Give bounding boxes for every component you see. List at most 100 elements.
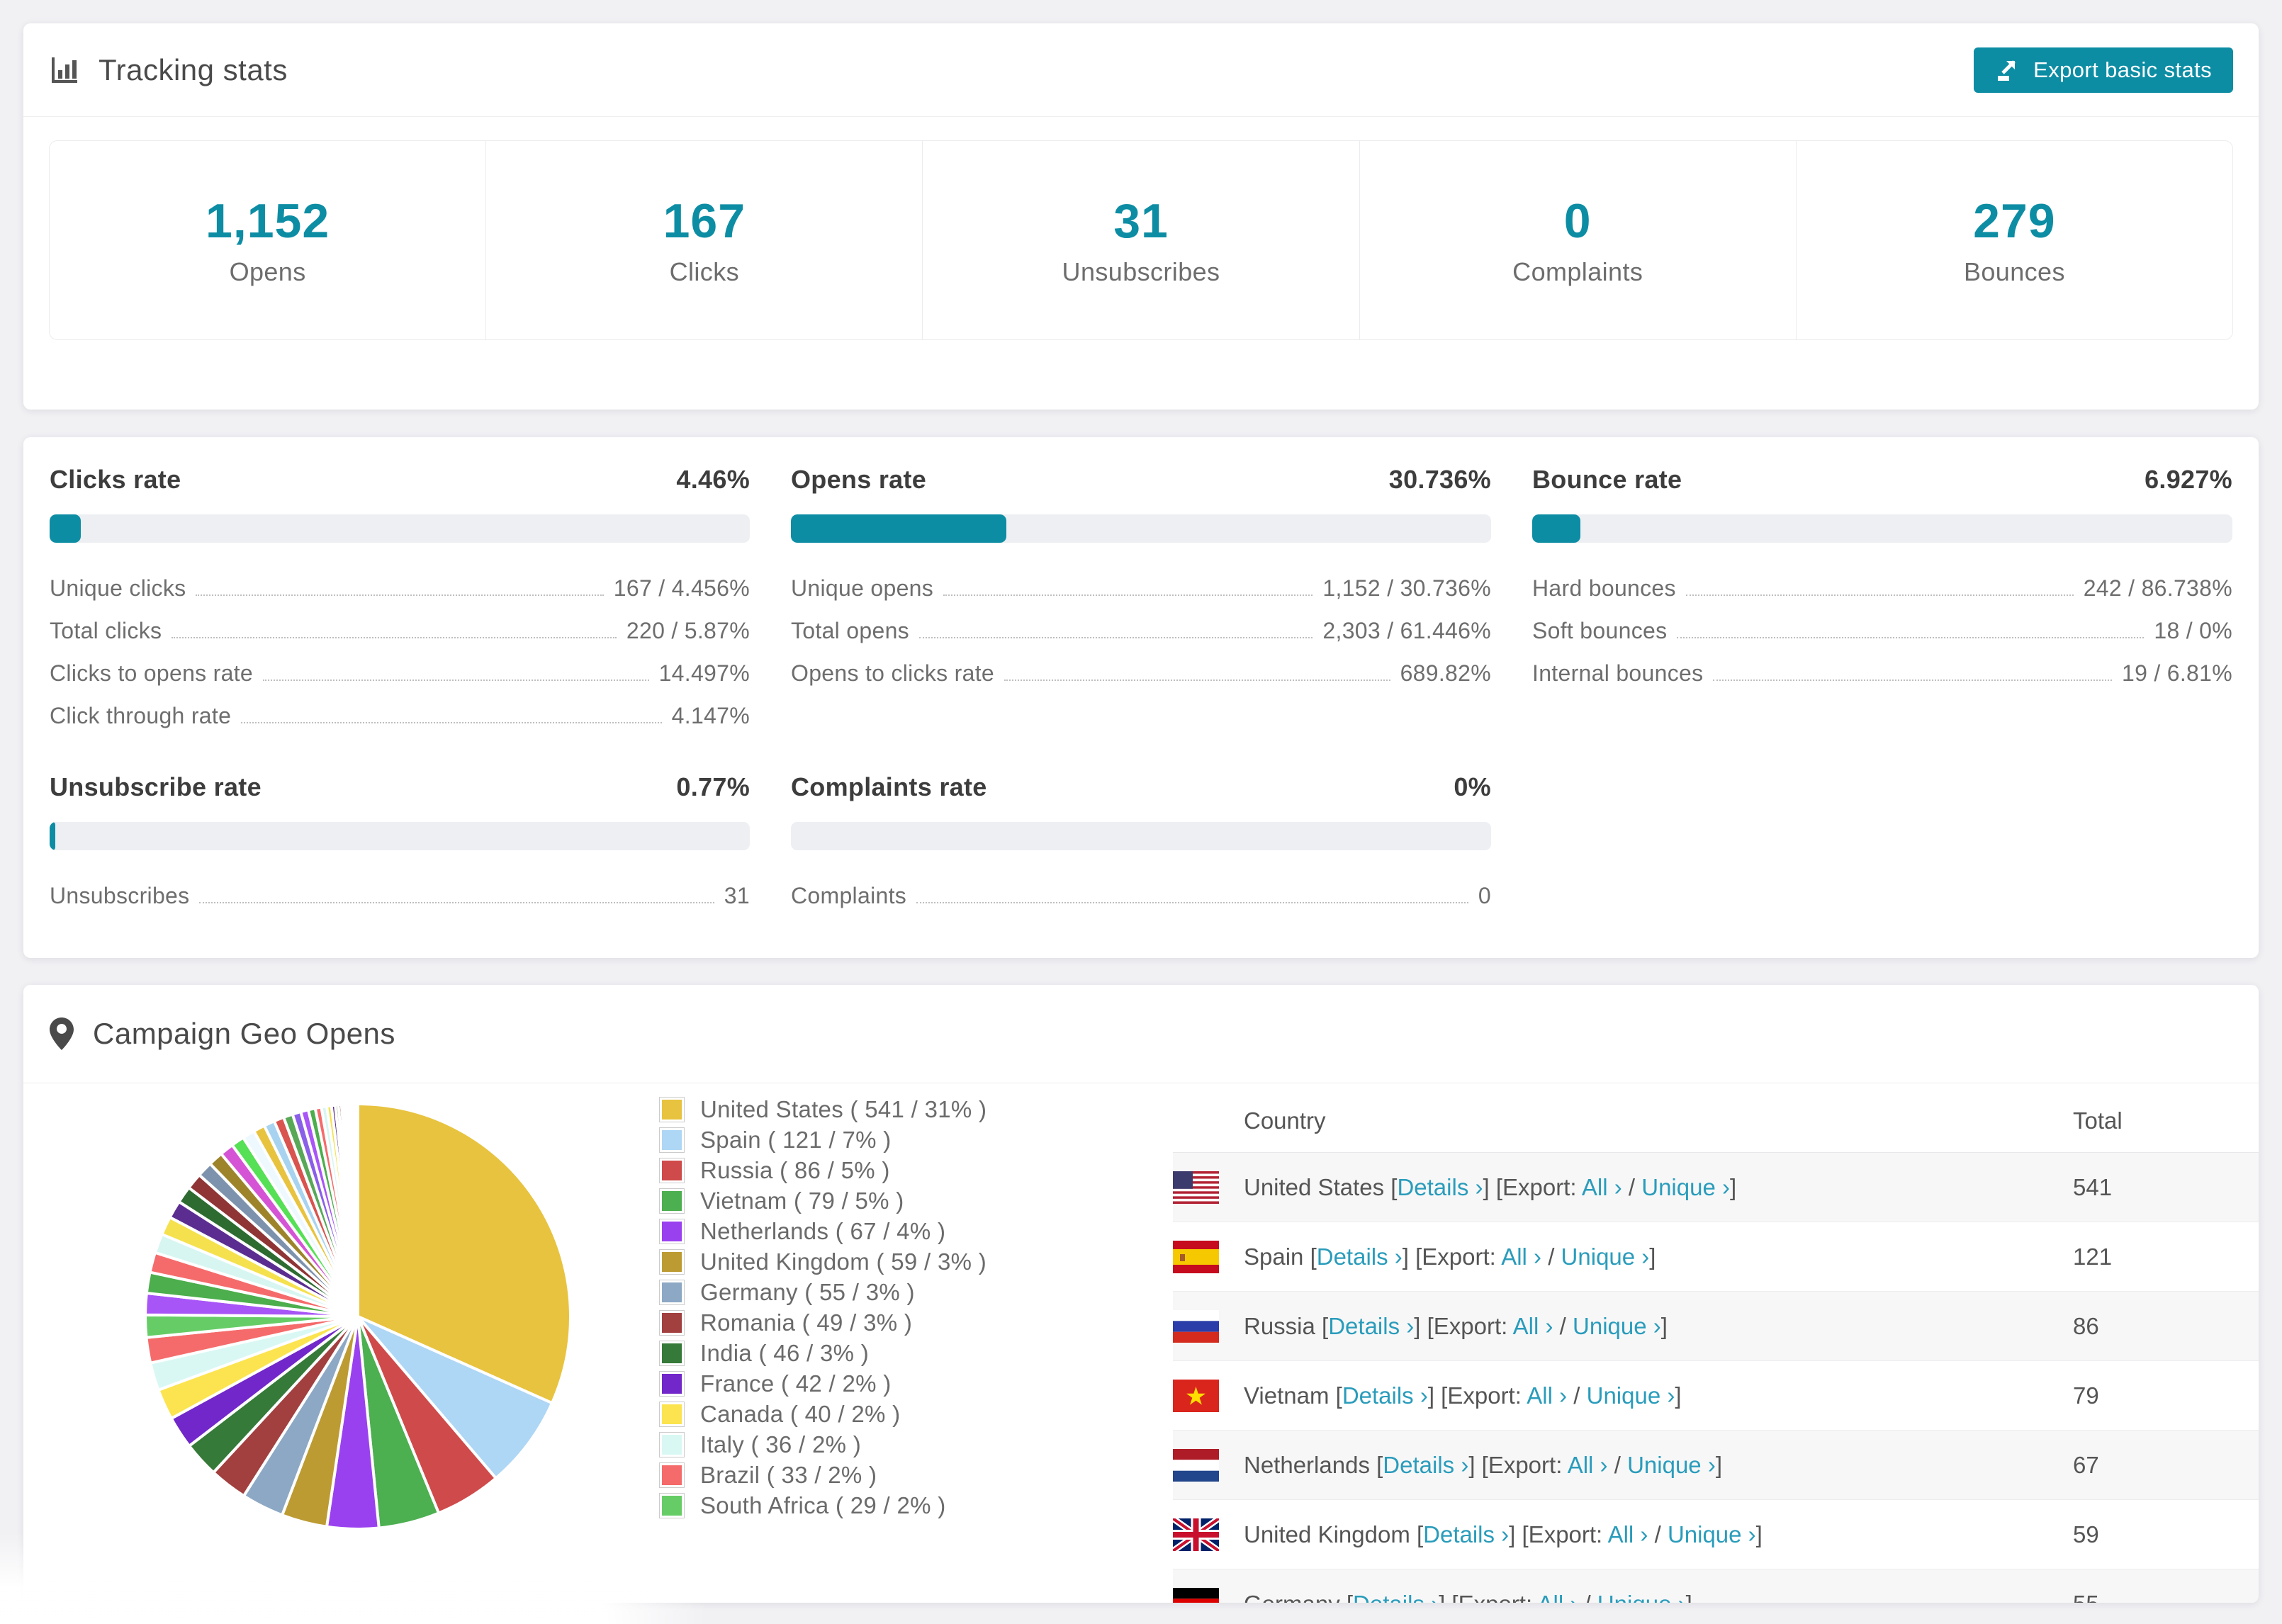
- legend-item-brazil: Brazil ( 33 / 2% ): [659, 1462, 987, 1488]
- legend-label: Vietnam ( 79 / 5% ): [700, 1188, 904, 1214]
- unsubscribe-rate-progress-fill: [50, 822, 55, 850]
- details-link[interactable]: Details ›: [1353, 1591, 1439, 1603]
- country-cell: Russia [Details ›] [Export: All › / Uniq…: [1244, 1313, 1668, 1340]
- punctuation: ]: [1660, 1312, 1668, 1339]
- geo-table-row-vietnam: Vietnam [Details ›] [Export: All › / Uni…: [1173, 1361, 2259, 1431]
- unsubscribe-rate-progress-track: [50, 822, 750, 850]
- geo-opens-header: Campaign Geo Opens: [23, 985, 2259, 1083]
- export-all-link[interactable]: All ›: [1608, 1521, 1648, 1547]
- punctuation: ]: [1715, 1451, 1722, 1478]
- complaints-rate-row-complaints: Complaints 0: [791, 874, 1491, 917]
- geo-opens-title: Campaign Geo Opens: [93, 1017, 395, 1050]
- geo-table-row-united-kingdom: United Kingdom [Details ›] [Export: All …: [1173, 1500, 2259, 1569]
- stat-card-clicks: 167 Clicks: [485, 141, 922, 339]
- stat-label: Bounces: [1963, 257, 2065, 286]
- details-link[interactable]: Details ›: [1317, 1244, 1403, 1270]
- legend-color-swatch: [659, 1127, 685, 1153]
- metric-label: Complaints: [791, 882, 907, 908]
- metric-label: Unique opens: [791, 575, 934, 601]
- punctuation: ]: [1755, 1521, 1763, 1547]
- punctuation: /: [1567, 1382, 1587, 1409]
- opens-rate-row-total-opens: Total opens 2,303 / 61.446%: [791, 609, 1491, 652]
- dotted-leader: [263, 665, 649, 681]
- opens-rate-title: Opens rate: [791, 465, 927, 494]
- legend-color-swatch: [659, 1280, 685, 1305]
- export-unique-link[interactable]: Unique ›: [1597, 1591, 1686, 1603]
- legend-label: Canada ( 40 / 2% ): [700, 1401, 901, 1427]
- legend-label: South Africa ( 29 / 2% ): [700, 1492, 946, 1518]
- export-all-link[interactable]: All ›: [1568, 1452, 1608, 1478]
- dotted-leader: [241, 708, 662, 723]
- metric-value: 1,152 / 30.736%: [1322, 575, 1491, 601]
- tracking-stats-panel: Tracking stats Export basic stats 1,152 O…: [23, 23, 2259, 410]
- punctuation: ]: [1675, 1382, 1682, 1409]
- bounce-rate-row-soft-bounces: Soft bounces 18 / 0%: [1532, 609, 2232, 652]
- opens-rate-row-opens-to-clicks-rate: Opens to clicks rate 689.82%: [791, 652, 1491, 694]
- details-link[interactable]: Details ›: [1397, 1174, 1483, 1200]
- opens-rate-section: Opens rate 30.736% Unique opens 1,152 / 30.…: [791, 465, 1491, 737]
- country-name: Vietnam [: [1244, 1382, 1342, 1409]
- bounce-rate-title: Bounce rate: [1532, 465, 1682, 494]
- opens-rate-progress-track: [791, 514, 1491, 543]
- dotted-leader: [172, 623, 617, 638]
- export-all-link[interactable]: All ›: [1537, 1591, 1578, 1603]
- legend-item-france: France ( 42 / 2% ): [659, 1370, 987, 1397]
- details-link[interactable]: Details ›: [1383, 1452, 1468, 1478]
- punctuation: ] [Export:: [1439, 1591, 1537, 1603]
- country-name: United Kingdom [: [1244, 1521, 1424, 1547]
- legend-item-united-states: United States ( 541 / 31% ): [659, 1096, 987, 1122]
- metric-label: Clicks to opens rate: [50, 660, 254, 686]
- metric-value: 220 / 5.87%: [626, 617, 750, 643]
- legend-label: India ( 46 / 3% ): [700, 1340, 870, 1366]
- export-unique-link[interactable]: Unique ›: [1587, 1382, 1675, 1409]
- clicks-rate-value: 4.46%: [676, 465, 750, 494]
- bar-chart-icon: [49, 55, 80, 86]
- export-unique-link[interactable]: Unique ›: [1561, 1244, 1650, 1270]
- country-cell: United Kingdom [Details ›] [Export: All …: [1244, 1521, 1763, 1548]
- stat-value: 31: [1113, 194, 1169, 248]
- legend-color-swatch: [659, 1402, 685, 1427]
- punctuation: ] [Export:: [1414, 1312, 1513, 1339]
- tracking-stats-title: Tracking stats: [99, 52, 288, 86]
- export-basic-stats-button[interactable]: Export basic stats: [1974, 47, 2233, 93]
- details-link[interactable]: Details ›: [1423, 1521, 1509, 1547]
- legend-item-italy: Italy ( 36 / 2% ): [659, 1431, 987, 1457]
- export-unique-link[interactable]: Unique ›: [1668, 1521, 1756, 1547]
- dotted-leader: [1713, 665, 2112, 681]
- bounce-rate-row-internal-bounces: Internal bounces 19 / 6.81%: [1532, 652, 2232, 694]
- bounce-rate-progress-track: [1532, 514, 2232, 543]
- complaints-rate-value: 0%: [1454, 772, 1491, 801]
- legend-color-swatch: [659, 1462, 685, 1488]
- punctuation: /: [1553, 1312, 1573, 1339]
- export-unique-link[interactable]: Unique ›: [1627, 1452, 1716, 1478]
- total-cell: 79: [2073, 1382, 2099, 1409]
- legend-color-swatch: [659, 1310, 685, 1336]
- export-unique-link[interactable]: Unique ›: [1641, 1174, 1730, 1200]
- punctuation: ] [Export:: [1402, 1243, 1502, 1270]
- export-button-label: Export basic stats: [2033, 57, 2212, 82]
- export-all-link[interactable]: All ›: [1501, 1244, 1541, 1270]
- export-unique-link[interactable]: Unique ›: [1573, 1313, 1661, 1339]
- stat-label: Complaints: [1512, 257, 1643, 286]
- metric-value: 18 / 0%: [2154, 617, 2232, 643]
- export-all-link[interactable]: All ›: [1513, 1313, 1553, 1339]
- details-link[interactable]: Details ›: [1328, 1313, 1414, 1339]
- geo-table-row-spain: Spain [Details ›] [Export: All › / Uniqu…: [1173, 1222, 2259, 1292]
- geo-opens-table: Country Total United States [Details ›] [E…: [1173, 1090, 2259, 1603]
- legend-item-canada: Canada ( 40 / 2% ): [659, 1401, 987, 1427]
- legend-color-swatch: [659, 1158, 685, 1183]
- export-all-link[interactable]: All ›: [1582, 1174, 1622, 1200]
- metric-label: Total opens: [791, 617, 909, 643]
- bounce-rate-progress-fill: [1532, 514, 1581, 543]
- unsubscribe-rate-row-unsubscribes: Unsubscribes 31: [50, 874, 750, 917]
- legend-label: United Kingdom ( 59 / 3% ): [700, 1248, 987, 1275]
- legend-item-spain: Spain ( 121 / 7% ): [659, 1127, 987, 1153]
- geo-table-row-united-states: United States [Details ›] [Export: All ›…: [1173, 1153, 2259, 1222]
- bounce-rate-section: Bounce rate 6.927% Hard bounces 242 / 86.73…: [1532, 465, 2232, 737]
- stat-card-opens: 1,152 Opens: [50, 141, 485, 339]
- legend-item-south-africa: South Africa ( 29 / 2% ): [659, 1492, 987, 1518]
- details-link[interactable]: Details ›: [1342, 1382, 1428, 1409]
- dotted-leader: [943, 580, 1313, 596]
- export-all-link[interactable]: All ›: [1527, 1382, 1567, 1409]
- geo-table-row-netherlands: Netherlands [Details ›] [Export: All › /…: [1173, 1431, 2259, 1500]
